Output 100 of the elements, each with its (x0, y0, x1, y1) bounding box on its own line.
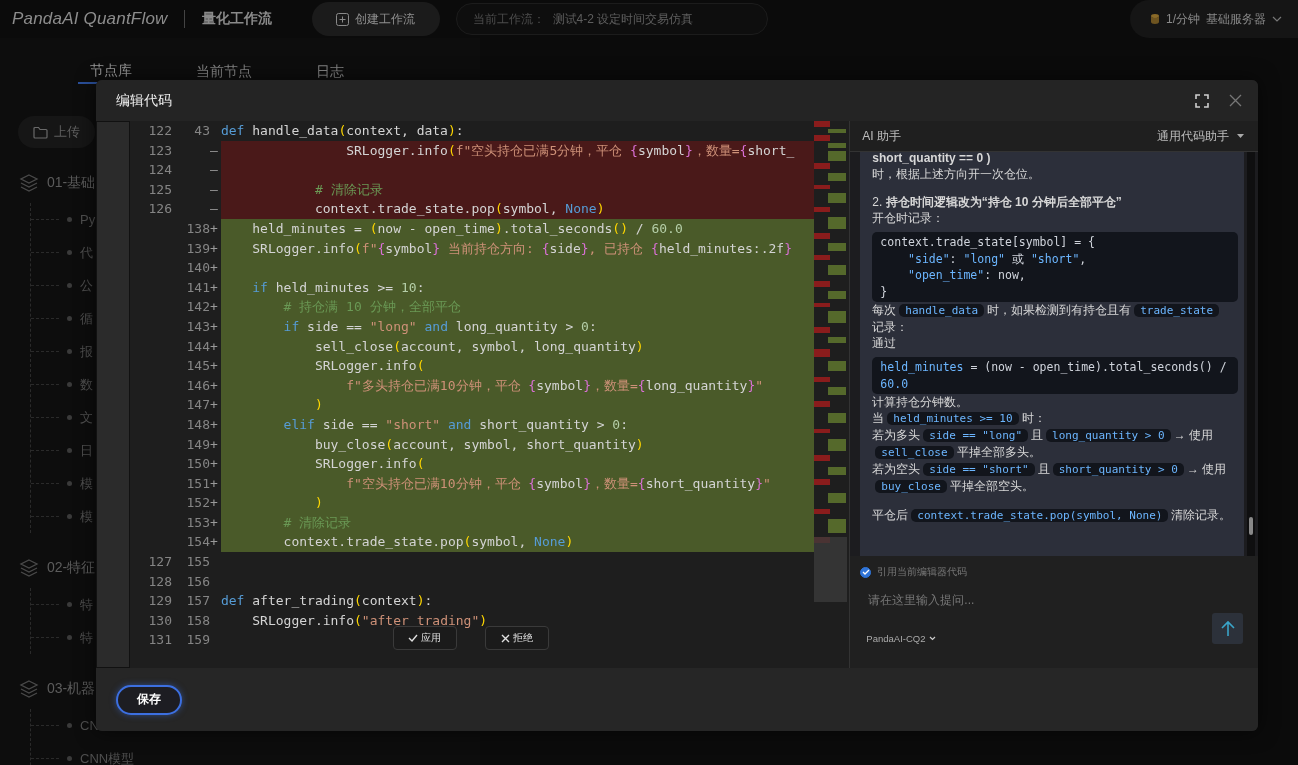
node-group-label[interactable]: 03-机器 (47, 680, 96, 698)
message-heading: 2. 持仓时间逻辑改为“持仓 10 分钟后全部平仓” (872, 194, 1123, 210)
node-item[interactable]: 循 (80, 309, 93, 328)
node-group-label[interactable]: 02-特征 (47, 559, 96, 577)
line-number: 153 (186, 514, 210, 530)
send-button[interactable] (1212, 613, 1243, 644)
message-text: 清除记录。 (1171, 508, 1232, 522)
diff-marker: + (209, 416, 218, 432)
chevron-down-icon (1272, 16, 1282, 22)
node-group-label[interactable]: 01-基础 (47, 174, 96, 192)
close-icon[interactable] (1229, 94, 1242, 107)
panel-tab[interactable]: 日志 (304, 58, 356, 84)
message-text: 平掉全部空头。 (949, 479, 1034, 493)
node-item[interactable]: 代 (80, 243, 93, 262)
message-text: 若为多头 (872, 428, 921, 442)
diff-marker: + (209, 358, 218, 374)
assistant-mode-dropdown[interactable]: 通用代码助手 (1157, 127, 1244, 145)
line-number: 131 (148, 632, 172, 648)
message-text: 若为空头 (872, 462, 921, 476)
message-text: 计算持仓分钟数。 (872, 395, 969, 409)
line-number: 126 (148, 201, 172, 217)
diff-marker: — (209, 181, 218, 197)
line-number: 141 (186, 279, 210, 295)
create-workflow-button[interactable]: 创建工作流 (311, 2, 440, 36)
code-block: held_minutes = (now - open_time).total_seconds() / 60.0 (872, 357, 1238, 394)
line-number: 140 (186, 260, 210, 276)
line-number: 143 (186, 318, 210, 334)
diff-marker: — (209, 142, 218, 158)
folder-icon (33, 125, 48, 139)
layers-icon (19, 680, 39, 698)
code-block: context.trade_state[symbol] = { "side": "long" 或 "short", "open_time": now, } (872, 232, 1238, 302)
message-text: 每次 (872, 303, 897, 317)
line-number: 145 (186, 358, 210, 374)
line-number: 124 (148, 162, 172, 178)
node-item[interactable]: 报 (80, 342, 93, 361)
node-item[interactable]: 模 (80, 507, 93, 526)
diff-marker: + (209, 514, 218, 530)
inline-code: long_quantity > 0 (1046, 429, 1171, 442)
reject-button[interactable]: 拒绝 (484, 626, 549, 650)
inline-code: context.trade_state.pop(symbol, None) (911, 509, 1169, 522)
upload-button[interactable]: 上传 (18, 116, 95, 148)
line-number: 129 (148, 593, 172, 609)
node-item[interactable]: Py (80, 212, 96, 227)
line-number: 150 (186, 456, 210, 472)
line-number: 125 (148, 181, 172, 197)
panel-tab[interactable]: 当前节点 (184, 58, 264, 84)
diff-marker: + (209, 338, 218, 354)
server-selector[interactable]: 1/分钟 基础服务器 (1130, 0, 1298, 38)
diff-marker: + (209, 534, 218, 550)
save-button[interactable]: 保存 (116, 684, 182, 715)
message-text: 通过 (872, 336, 897, 350)
check-icon (408, 634, 419, 642)
node-item[interactable]: 公 (80, 276, 93, 295)
line-number: 43 (194, 123, 210, 138)
diff-marker: + (209, 436, 218, 452)
message-text: 时，根据上述方向开一次仓位。 (872, 167, 1041, 181)
fullscreen-icon[interactable] (1195, 93, 1209, 108)
message-text: → 使用 (1173, 428, 1213, 442)
arrow-up-icon (1219, 620, 1236, 637)
node-item[interactable]: 日 (80, 441, 93, 460)
line-number: 148 (186, 416, 210, 432)
message-text: 且 (1037, 462, 1050, 476)
code-line: def after_trading(context): (220, 592, 434, 611)
coin-stack-icon (1150, 13, 1160, 25)
apply-button[interactable]: 应用 (392, 626, 457, 650)
diff-marker: — (209, 162, 218, 178)
node-item[interactable]: 模 (80, 474, 93, 493)
inline-code: sell_close (875, 446, 954, 459)
line-number: 157 (186, 593, 210, 609)
question-input[interactable]: 请在这里输入提问... (860, 589, 1243, 611)
quote-checkbox[interactable] (860, 566, 872, 578)
section-title: 量化工作流 (201, 10, 272, 28)
close-icon (500, 633, 510, 643)
inline-code: short_quantity > 0 (1052, 463, 1184, 476)
chevron-down-icon (928, 636, 936, 641)
scrollbar-thumb[interactable] (1249, 517, 1253, 535)
diff-marker: + (209, 318, 218, 334)
line-number: 138 (186, 220, 210, 236)
node-item[interactable]: CNN模型 (80, 749, 135, 765)
code-line: def handle_data(context, data): (220, 122, 465, 140)
diff-marker: + (209, 495, 218, 511)
inline-code: held_minutes >= 10 (887, 412, 1019, 425)
line-number: 147 (186, 397, 210, 413)
node-item[interactable]: 数 (80, 375, 93, 394)
message-text: 时，如果检测到有持仓且有 (987, 303, 1132, 317)
message-text: 平仓后 (872, 508, 909, 522)
inline-code: side == "short" (923, 463, 1035, 476)
line-number: 123 (148, 142, 172, 158)
checkbox-label: 引用当前编辑器代码 (877, 565, 968, 579)
line-number: 130 (148, 612, 172, 628)
line-number: 122 (148, 123, 172, 138)
dialog-title: 编辑代码 (116, 91, 172, 110)
inline-code: buy_close (875, 480, 947, 493)
line-number: 154 (186, 534, 210, 550)
diff-marker: + (209, 220, 218, 236)
message-text: 开仓时记录： (872, 211, 945, 225)
node-item[interactable]: 文 (80, 408, 93, 427)
layers-icon (19, 174, 39, 192)
diff-marker: + (209, 279, 218, 295)
model-selector[interactable]: PandaAI-CQ2 (860, 633, 942, 644)
